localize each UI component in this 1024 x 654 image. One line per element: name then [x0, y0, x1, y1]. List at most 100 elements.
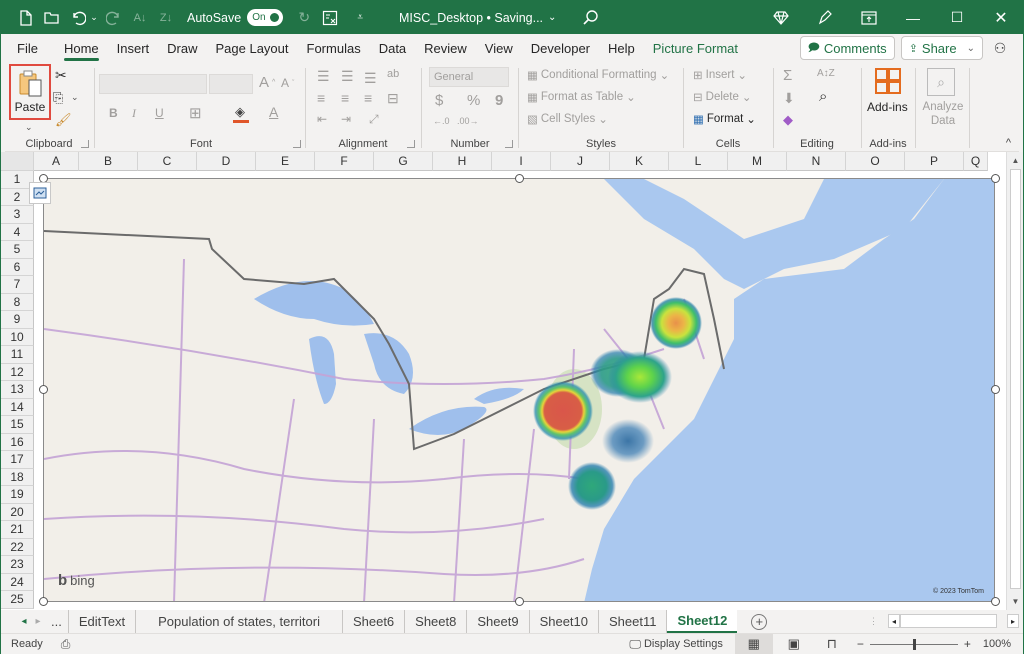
dialog-launcher-icon[interactable]	[407, 140, 415, 148]
increase-decimal-icon[interactable]: ←.0	[433, 116, 450, 126]
coauthoring-icon[interactable]: ⚇	[989, 37, 1011, 59]
sheet-tab[interactable]: Sheet11	[599, 610, 668, 633]
addins-button[interactable]: Add-ins	[867, 100, 908, 114]
borders-icon[interactable]: ⊞	[189, 104, 202, 122]
close-icon[interactable]: ✕	[979, 1, 1023, 34]
sheet-tab[interactable]: EditText	[69, 610, 137, 633]
tab-review[interactable]: Review	[415, 34, 476, 62]
resize-handle-top-right[interactable]	[991, 174, 1000, 183]
wrap-text-icon[interactable]: ab	[387, 68, 399, 80]
share-button[interactable]: ⇪ Share ⌄	[900, 36, 983, 60]
autosum-icon[interactable]: Σ	[783, 67, 792, 84]
new-file-icon[interactable]	[15, 7, 37, 29]
document-title[interactable]: MISC_Desktop • Saving... ⌄	[399, 1, 556, 34]
tab-insert[interactable]: Insert	[108, 34, 159, 62]
sheet-overflow[interactable]: ...	[45, 610, 69, 633]
row-header[interactable]: 25	[1, 591, 34, 609]
dialog-launcher-icon[interactable]	[81, 140, 89, 148]
row-header[interactable]: 9	[1, 311, 34, 329]
sort-descending-icon[interactable]: Z↓	[155, 7, 177, 29]
italic-button[interactable]: I	[132, 106, 136, 121]
row-header[interactable]: 22	[1, 538, 34, 556]
sheet-tab[interactable]: Sheet6	[343, 610, 406, 633]
column-header[interactable]: C	[138, 152, 197, 171]
scroll-thumb[interactable]	[1010, 169, 1021, 589]
row-header[interactable]: 10	[1, 328, 34, 346]
scroll-down-icon[interactable]: ▼	[1010, 596, 1021, 607]
zoom-slider[interactable]	[869, 638, 958, 650]
paste-dropdown-icon[interactable]: ⌄	[25, 122, 33, 133]
decrease-font-icon[interactable]: Aˇ	[281, 76, 294, 90]
redo-icon[interactable]	[103, 7, 125, 29]
align-right-icon[interactable]: ≡	[364, 90, 372, 106]
row-header[interactable]: 24	[1, 573, 34, 591]
search-icon[interactable]	[582, 9, 600, 27]
column-header[interactable]: L	[669, 152, 728, 171]
row-header[interactable]: 14	[1, 398, 34, 416]
column-header[interactable]: B	[79, 152, 138, 171]
zoom-in-icon[interactable]: +	[964, 637, 971, 651]
underline-button[interactable]: U	[155, 106, 164, 120]
open-folder-icon[interactable]	[41, 7, 63, 29]
tab-page-layout[interactable]: Page Layout	[207, 34, 298, 62]
analyze-data-icon[interactable]: ⌕	[927, 68, 955, 96]
display-settings-button[interactable]: 🖵 Display Settings	[629, 637, 722, 652]
align-top-icon[interactable]: ☰	[317, 68, 330, 85]
scroll-right-icon[interactable]: ▸	[1007, 614, 1019, 628]
row-header[interactable]: 5	[1, 241, 34, 259]
resize-handle-bottom[interactable]	[515, 597, 524, 606]
premium-diamond-icon[interactable]	[759, 1, 803, 34]
format-as-table-button[interactable]: ▦ Format as Table ⌄	[527, 90, 636, 104]
row-header[interactable]: 16	[1, 433, 34, 451]
resize-handle-left[interactable]	[39, 385, 48, 394]
column-header[interactable]: M	[728, 152, 787, 171]
cell-styles-button[interactable]: ▧ Cell Styles ⌄	[527, 112, 608, 126]
row-header[interactable]: 8	[1, 293, 34, 311]
bold-button[interactable]: B	[109, 106, 118, 120]
next-sheet-icon[interactable]: ▸	[31, 616, 45, 627]
font-name-dropdown[interactable]	[99, 74, 207, 94]
resize-handle-bottom-left[interactable]	[39, 597, 48, 606]
column-header[interactable]: P	[905, 152, 964, 171]
row-header[interactable]: 7	[1, 276, 34, 294]
sheet-tab[interactable]: Population of states, territori	[136, 610, 343, 633]
column-header[interactable]: Q	[964, 152, 988, 171]
column-header[interactable]: I	[492, 152, 551, 171]
minimize-icon[interactable]: —	[891, 1, 935, 34]
bing-map-image[interactable]: b bing © 2023 TomTom	[43, 178, 995, 602]
pen-icon[interactable]	[803, 1, 847, 34]
find-select-icon[interactable]: ⌕	[819, 88, 827, 105]
row-header[interactable]: 19	[1, 486, 34, 504]
format-painter-icon[interactable]: 🖌	[55, 112, 72, 128]
dialog-launcher-icon[interactable]	[505, 140, 513, 148]
fill-icon[interactable]: ⬇	[783, 90, 795, 107]
autosave-toggle[interactable]: On	[247, 9, 284, 26]
align-left-icon[interactable]: ≡	[317, 90, 325, 106]
orientation-icon[interactable]: ⤢	[369, 112, 379, 127]
column-header[interactable]: K	[610, 152, 669, 171]
horizontal-scrollbar[interactable]: ⋮ ◂ ▸	[869, 613, 1019, 629]
scroll-up-icon[interactable]: ▲	[1010, 155, 1021, 166]
row-header[interactable]: 11	[1, 346, 34, 364]
row-header[interactable]: 17	[1, 451, 34, 469]
collapse-ribbon-icon[interactable]: ^	[1006, 137, 1011, 149]
merge-center-icon[interactable]: ⊟	[387, 90, 399, 107]
row-header[interactable]: 20	[1, 503, 34, 521]
number-format-dropdown[interactable]: General	[429, 67, 509, 87]
add-sheet-icon[interactable]: +	[751, 613, 768, 630]
prev-sheet-icon[interactable]: ◂	[17, 616, 31, 627]
splitter-handle[interactable]: ⋮	[869, 616, 878, 627]
worksheet-grid[interactable]: ABCDEFGHIJKLMNOPQ 1 2 3 4 5 6 7 8 9 10 11 12 13 14 15 1…	[1, 152, 1023, 610]
zoom-level[interactable]: 100%	[983, 638, 1011, 650]
undo-icon[interactable]	[67, 7, 89, 29]
align-bottom-icon[interactable]: ☰	[364, 70, 377, 87]
font-color-icon[interactable]: A	[269, 104, 278, 120]
column-header[interactable]: E	[256, 152, 315, 171]
insert-cells-button[interactable]: ⊞ Insert ⌄	[693, 68, 747, 82]
sort-ascending-icon[interactable]: A↓	[129, 7, 151, 29]
tab-picture-format[interactable]: Picture Format	[644, 34, 747, 62]
zoom-out-icon[interactable]: −	[857, 637, 864, 651]
column-header[interactable]: N	[787, 152, 846, 171]
addins-icon[interactable]	[875, 68, 901, 97]
page-break-view-icon[interactable]: ⊓	[815, 636, 849, 652]
